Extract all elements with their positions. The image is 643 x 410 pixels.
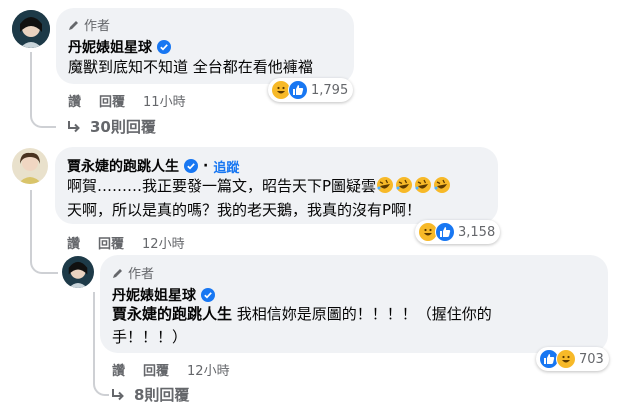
reaction-summary[interactable]: 3,158 <box>415 220 501 244</box>
comment-text: 魔獸到底知不知道 全台都在看他褲襠 <box>68 56 313 79</box>
comment-text: 手！！！） <box>112 326 187 349</box>
author-badge: 作者 <box>68 15 110 34</box>
comment-actions: 讚 回覆 11小時 <box>68 91 186 110</box>
commenter-name-label: 丹妮婊姐星球 <box>112 288 196 304</box>
author-tag-label: 作者 <box>128 267 155 282</box>
reaction-count: 703 <box>579 351 604 367</box>
view-replies-label: 8則回覆 <box>134 386 190 404</box>
reply-button[interactable]: 回覆 <box>99 91 125 110</box>
view-replies-link[interactable]: 30則回覆 <box>66 116 156 137</box>
avatar[interactable] <box>12 10 50 48</box>
commenter-name[interactable]: 丹妮婊姐星球 <box>68 37 171 57</box>
comment-text-line: 我相信妳是原圖的！！！！（握住你的 <box>232 305 492 323</box>
verified-icon <box>201 288 215 302</box>
rolling-laughing-emoji-icon <box>396 177 413 193</box>
comment-text-line: 手！！！） <box>112 328 188 346</box>
follow-button[interactable]: 追蹤 <box>213 157 239 176</box>
commenter-name[interactable]: 丹妮婊姐星球 <box>112 285 215 305</box>
like-reaction-icon <box>435 222 455 242</box>
rolling-laughing-emoji-icon <box>434 177 451 193</box>
reply-button[interactable]: 回覆 <box>143 360 169 379</box>
avatar[interactable] <box>12 148 48 184</box>
comment-text: 啊賀………我正要發一篇文，昭告天下P圖疑雲 <box>67 175 452 198</box>
verified-icon <box>184 159 198 173</box>
reply-arrow-icon <box>68 120 80 132</box>
like-button[interactable]: 讚 <box>68 91 81 110</box>
haha-reaction-icon <box>556 349 576 369</box>
pencil-icon <box>113 268 122 278</box>
comment-text: 天啊，所以是真的嗎？我的老天鵝，我真的沒有P啊！ <box>67 199 421 222</box>
reply-arrow-icon <box>112 388 124 400</box>
author-badge: 作者 <box>112 263 154 282</box>
like-button[interactable]: 讚 <box>112 360 125 379</box>
commenter-name-label: 丹妮婊姐星球 <box>68 40 152 56</box>
reaction-summary[interactable]: 1,795 <box>268 78 354 102</box>
commenter-name-label: 賈永婕的跑跳人生 <box>67 159 179 175</box>
reaction-summary[interactable]: 703 <box>536 347 609 371</box>
commenter-name[interactable]: 賈永婕的跑跳人生 · 追蹤 <box>67 156 239 176</box>
comment-text-line: 天啊，所以是真的嗎？我的老天鵝，我真的沒有P啊！ <box>67 201 422 219</box>
reaction-count: 3,158 <box>458 224 496 240</box>
like-button[interactable]: 讚 <box>67 233 80 252</box>
timestamp[interactable]: 11小時 <box>143 91 186 110</box>
reaction-count: 1,795 <box>311 82 349 98</box>
like-reaction-icon <box>288 80 308 100</box>
timestamp[interactable]: 12小時 <box>187 360 230 379</box>
mention-link[interactable]: 賈永婕的跑跳人生 <box>112 305 232 323</box>
comment-text-line: 啊賀………我正要發一篇文，昭告天下P圖疑雲 <box>67 177 377 195</box>
comment-actions: 讚 回覆 12小時 <box>67 233 185 252</box>
thread-line <box>30 190 58 274</box>
comment-actions: 讚 回覆 12小時 <box>112 360 230 379</box>
emoji-group <box>376 177 452 195</box>
pencil-icon <box>69 20 78 30</box>
comment-text: 賈永婕的跑跳人生 我相信妳是原圖的！！！！（握住你的 <box>112 303 492 326</box>
comment-text-line: 魔獸到底知不知道 全台都在看他褲襠 <box>68 58 313 76</box>
view-replies-label: 30則回覆 <box>90 118 156 136</box>
avatar[interactable] <box>62 256 94 288</box>
avatar-image <box>62 256 94 288</box>
view-replies-link[interactable]: 8則回覆 <box>110 384 189 405</box>
thread-line <box>30 52 56 128</box>
avatar-image <box>12 148 48 184</box>
rolling-laughing-emoji-icon <box>377 177 394 193</box>
timestamp[interactable]: 12小時 <box>142 233 185 252</box>
rolling-laughing-emoji-icon <box>415 177 432 193</box>
reply-button[interactable]: 回覆 <box>98 233 124 252</box>
avatar-image <box>12 10 50 48</box>
author-tag-label: 作者 <box>84 19 111 34</box>
verified-icon <box>157 40 171 54</box>
